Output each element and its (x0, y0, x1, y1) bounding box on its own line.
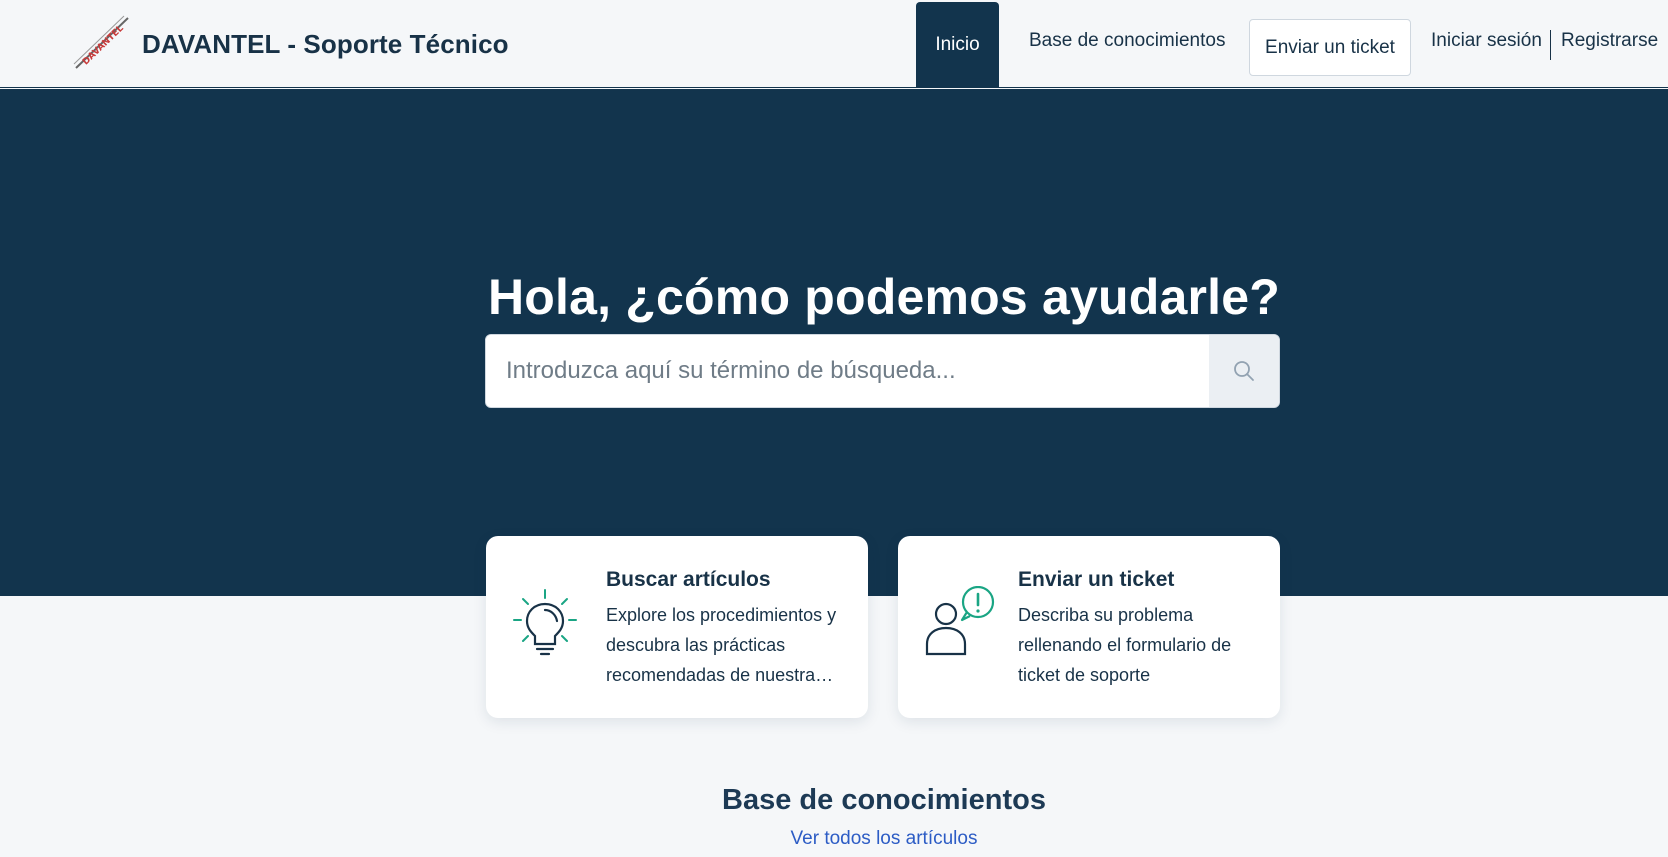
card-description: Describa su problema rellenando el formu… (1018, 605, 1232, 685)
card-submit-ticket[interactable]: Enviar un ticket Describa su problema re… (898, 536, 1280, 718)
search-box (485, 334, 1280, 408)
user-alert-icon (922, 585, 995, 662)
search-button[interactable] (1209, 335, 1279, 407)
site-header: DAVANTEL DAVANTEL - Soporte Técnico Inic… (0, 0, 1668, 88)
lightbulb-icon (510, 586, 582, 662)
nav-home-tab[interactable]: Inicio (916, 2, 999, 88)
search-icon (1234, 361, 1254, 381)
card-title: Buscar artículos (606, 568, 771, 591)
brand-title: DAVANTEL - Soporte Técnico (142, 28, 509, 59)
hero-title: Hola, ¿cómo podemos ayudarle? (487, 269, 1281, 325)
nav-knowledge-base-link[interactable]: Base de conocimientos (1029, 30, 1225, 52)
search-input[interactable] (486, 335, 1211, 407)
nav-login-link[interactable]: Iniciar sesión (1431, 30, 1542, 52)
svg-text:DAVANTEL: DAVANTEL (81, 23, 126, 67)
card-title: Enviar un ticket (1018, 568, 1175, 591)
card-search-articles[interactable]: Buscar artículos Explore los procedimien… (486, 536, 868, 718)
davantel-logo[interactable]: DAVANTEL (72, 14, 132, 74)
nav-divider (1550, 30, 1551, 60)
knowledge-base-title: Base de conocimientos (722, 784, 1046, 816)
nav-submit-ticket-button[interactable]: Enviar un ticket (1249, 19, 1411, 76)
brand[interactable]: DAVANTEL DAVANTEL - Soporte Técnico (72, 14, 509, 74)
card-description: Explore los procedimientos y descubra la… (606, 605, 837, 685)
nav-register-link[interactable]: Registrarse (1561, 30, 1658, 52)
view-all-articles-link[interactable]: Ver todos los artículos (0, 828, 1668, 850)
